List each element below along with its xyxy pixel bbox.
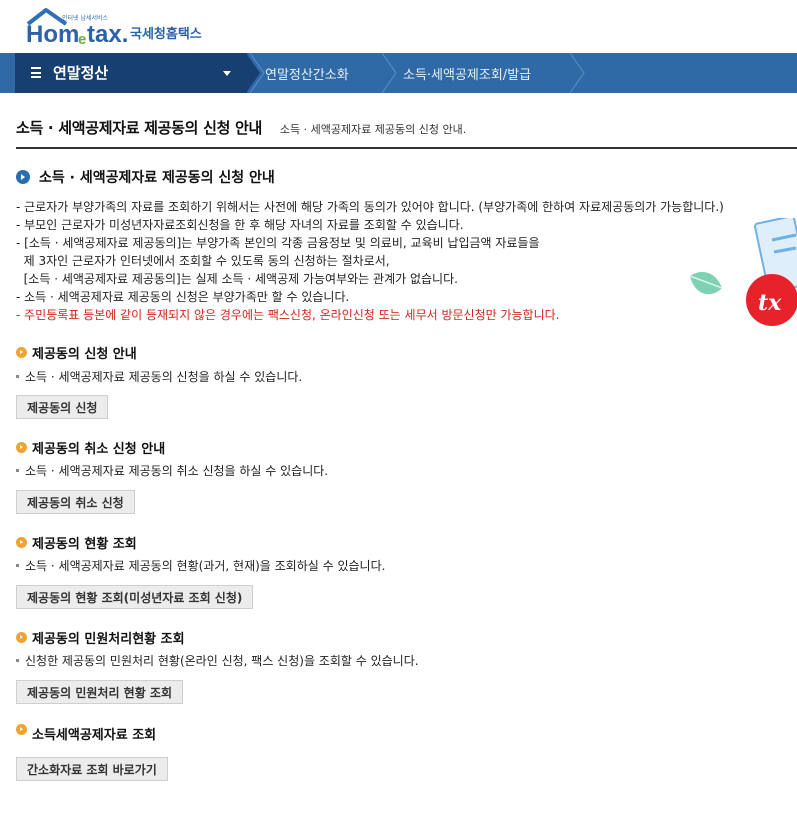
- guide-section-title: 소득 · 세액공제자료 제공동의 신청 안내: [16, 167, 275, 187]
- nav-menu-title: 연말정산: [53, 64, 109, 82]
- nav-menu-button[interactable]: 연말정산: [15, 53, 247, 93]
- section-title-text: 제공동의 신청 안내: [32, 347, 137, 362]
- section-desc-text: 소득 · 세액공제자료 제공동의 신청을 하실 수 있습니다.: [25, 370, 303, 384]
- heading-divider: [16, 147, 797, 149]
- header: 인터넷 납세서비스 Hom e tax. 국세청홈택스: [0, 0, 797, 53]
- svg-text:tax.: tax.: [87, 21, 128, 48]
- section-consent-status-desc: 소득 · 세액공제자료 제공동의 현황(과거, 현재)을 조회하실 수 있습니다…: [16, 557, 385, 574]
- section-consent-cancel-desc: 소득 · 세액공제자료 제공동의 취소 신청을 하실 수 있습니다.: [16, 462, 328, 479]
- bullet-arrow-icon: [16, 632, 27, 643]
- section-complaint-status-title: 제공동의 민원처리현황 조회: [16, 628, 185, 647]
- note-item: - 소득 · 세액공제자료 제공동의 신청은 부양가족만 할 수 있습니다.: [16, 290, 350, 304]
- page-title: 소득 · 세액공제자료 제공동의 신청 안내: [16, 119, 263, 137]
- breadcrumb-item-simplified[interactable]: 연말정산간소화: [265, 64, 349, 83]
- svg-text:국세청홈택스: 국세청홈택스: [130, 26, 202, 42]
- tax-illustration-icon: tx: [689, 218, 797, 326]
- bullet-arrow-icon: [16, 347, 27, 358]
- section-consent-status-title: 제공동의 현황 조회: [16, 533, 137, 552]
- section-deduction-inquiry-title: 소득세액공제자료 조회: [16, 724, 156, 743]
- section-desc-text: 소득 · 세액공제자료 제공동의 현황(과거, 현재)을 조회하실 수 있습니다…: [25, 559, 386, 573]
- section-desc-text: 신청한 제공동의 민원처리 현황(온라인 신청, 팩스 신청)을 조회할 수 있…: [25, 654, 419, 668]
- svg-text:tx: tx: [758, 290, 782, 316]
- section-desc-text: 소득 · 세액공제자료 제공동의 취소 신청을 하실 수 있습니다.: [25, 464, 329, 478]
- bullet-arrow-icon: [16, 724, 27, 735]
- guide-title-text: 소득 · 세액공제자료 제공동의 신청 안내: [39, 170, 275, 186]
- section-consent-cancel-title: 제공동의 취소 신청 안내: [16, 438, 165, 457]
- guide-notes: - 근로자가 부양가족의 자료를 조회하기 위해서는 사전에 해당 가족의 동의…: [16, 198, 724, 324]
- bullet-arrow-icon: [16, 537, 27, 548]
- note-item: - 근로자가 부양가족의 자료를 조회하기 위해서는 사전에 해당 가족의 동의…: [16, 200, 724, 214]
- breadcrumb-item-inquiry[interactable]: 소득·세액공제조회/발급: [403, 64, 531, 83]
- note-item: - [소득 · 세액공제자료 제공동의]는 부양가족 본인의 각종 금융정보 및…: [16, 236, 540, 250]
- square-bullet-icon: [16, 469, 19, 472]
- square-bullet-icon: [16, 659, 19, 662]
- consent-cancel-button[interactable]: 제공동의 취소 신청: [16, 490, 135, 514]
- section-title-text: 소득세액공제자료 조회: [32, 728, 157, 743]
- hometax-logo[interactable]: 인터넷 납세서비스 Hom e tax. 국세청홈택스: [26, 6, 226, 50]
- bullet-arrow-icon: [16, 442, 27, 453]
- page-subtitle: 소득 · 세액공제자료 제공동의 신청 안내.: [279, 123, 467, 136]
- note-item: [소득 · 세액공제자료 제공동의]는 실제 소득 · 세액공제 가능여부와는 …: [16, 272, 458, 286]
- breadcrumb-separator-icon: [569, 53, 585, 93]
- square-bullet-icon: [16, 375, 19, 378]
- nav-bar: 연말정산 연말정산간소화 소득·세액공제조회/발급: [0, 53, 797, 93]
- simplified-data-shortcut-button[interactable]: 간소화자료 조회 바로가기: [16, 757, 168, 781]
- complaint-status-button[interactable]: 제공동의 민원처리 현황 조회: [16, 680, 184, 704]
- section-title-text: 제공동의 민원처리현황 조회: [32, 632, 185, 647]
- note-item: 제 3자인 근로자가 인터넷에서 조회할 수 있도록 동의 신청하는 절차로서,: [16, 254, 390, 268]
- section-title-text: 제공동의 취소 신청 안내: [32, 442, 166, 457]
- svg-text:e: e: [78, 31, 86, 48]
- note-item: - 부모인 근로자가 미성년자자료조회신청을 한 후 해당 자녀의 자료를 조회…: [16, 218, 464, 232]
- square-bullet-icon: [16, 564, 19, 567]
- section-complaint-status-desc: 신청한 제공동의 민원처리 현황(온라인 신청, 팩스 신청)을 조회할 수 있…: [16, 652, 419, 669]
- chevron-down-icon: [223, 71, 231, 76]
- consent-status-button[interactable]: 제공동의 현황 조회(미성년자료 조회 신청): [16, 585, 254, 609]
- section-consent-apply-title: 제공동의 신청 안내: [16, 343, 137, 362]
- section-consent-apply-desc: 소득 · 세액공제자료 제공동의 신청을 하실 수 있습니다.: [16, 368, 302, 385]
- hamburger-icon: [31, 67, 41, 78]
- svg-text:Hom: Hom: [26, 21, 79, 48]
- consent-apply-button[interactable]: 제공동의 신청: [16, 395, 109, 419]
- page-heading: 소득 · 세액공제자료 제공동의 신청 안내 소득 · 세액공제자료 제공동의 …: [16, 117, 466, 138]
- section-title-text: 제공동의 현황 조회: [32, 537, 137, 552]
- breadcrumb-separator-icon: [381, 53, 397, 93]
- bullet-arrow-icon: [16, 170, 30, 184]
- note-warning: - 주민등록표 등본에 같이 등재되지 않은 경우에는 팩스신청, 온라인신청 …: [16, 308, 560, 322]
